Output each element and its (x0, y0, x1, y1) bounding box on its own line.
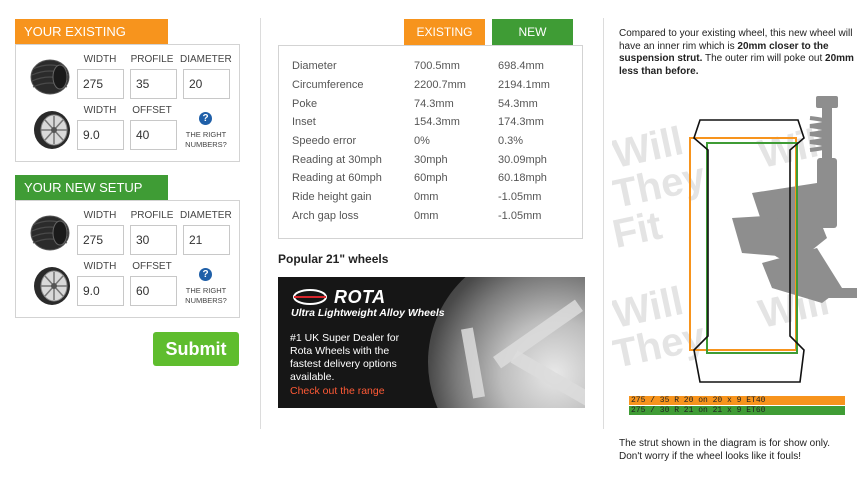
row-label: Reading at 30mph (292, 154, 382, 166)
right-numbers-link[interactable]: THE RIGHT NUMBERS? (181, 130, 231, 150)
new-value: -1.05mm (498, 210, 542, 222)
rim-width-label: WIDTH (83, 105, 117, 116)
ad-tagline: Ultra Lightweight Alloy Wheels (291, 307, 445, 319)
existing-tyre-profile-input[interactable] (130, 69, 177, 99)
help-icon[interactable]: ? (199, 112, 212, 125)
row-label: Poke (292, 98, 318, 110)
row-label: Circumference (292, 79, 364, 91)
new-offset-input[interactable] (130, 276, 177, 306)
row-label: Arch gap loss (292, 210, 359, 222)
new-tyre-width-input[interactable] (77, 225, 124, 255)
existing-value: 0% (414, 135, 430, 147)
rim-offset-label: OFFSET (132, 105, 172, 116)
tyre-profile-label: PROFILE (130, 54, 174, 65)
wheel-icon (34, 267, 70, 305)
desc-text-2: The outer rim will poke out (702, 53, 826, 64)
existing-rim-width-input[interactable] (77, 120, 124, 150)
ad-brand: ROTA (334, 287, 386, 307)
existing-tyre-diameter-input[interactable] (183, 69, 230, 99)
right-column-divider (603, 18, 604, 429)
fitment-diagram: Will They Fit Will They Will Will (612, 96, 857, 383)
right-numbers-link[interactable]: THE RIGHT NUMBERS? (181, 286, 231, 306)
new-value: 60.18mph (498, 172, 547, 184)
left-column-divider (260, 18, 261, 429)
existing-tyre-width-input[interactable] (77, 69, 124, 99)
tyre-diameter-label: DIAMETER (180, 210, 232, 221)
existing-value: 0mm (414, 210, 439, 222)
row-label: Speedo error (292, 135, 357, 147)
existing-setup-panel: WIDTH PROFILE DIAMETER WIDTH OFFSET ? TH… (15, 44, 240, 162)
wheel-icon (34, 111, 70, 149)
row-label: Ride height gain (292, 191, 372, 203)
submit-button[interactable]: Submit (153, 332, 239, 366)
new-setup-tab: YOUR NEW SETUP (15, 175, 168, 200)
legend-new: 275 / 30 R 21 on 21 x 9 ET60 (629, 406, 845, 415)
ad-body-text: #1 UK Super Dealer for Rota Wheels with … (290, 332, 400, 383)
new-column-tab: NEW (492, 19, 573, 45)
row-label: Reading at 60mph (292, 172, 382, 184)
popular-wheels-heading: Popular 21" wheels (278, 252, 389, 266)
new-value: 698.4mm (498, 60, 544, 72)
tyre-icon (30, 215, 70, 251)
ad-cta-link[interactable]: Check out the range (290, 385, 385, 397)
new-value: 174.3mm (498, 116, 544, 128)
tyre-width-label: WIDTH (83, 54, 117, 65)
existing-column-tab: EXISTING (404, 19, 485, 45)
rota-logo-icon (293, 289, 327, 305)
existing-value: 700.5mm (414, 60, 460, 72)
comparison-table: Diameter 700.5mm 698.4mm Circumference 2… (278, 45, 583, 239)
existing-value: 74.3mm (414, 98, 454, 110)
tyre-profile-label: PROFILE (130, 210, 174, 221)
new-value: 2194.1mm (498, 79, 550, 91)
rim-offset-label: OFFSET (132, 261, 172, 272)
tyre-icon (30, 59, 70, 95)
existing-value: 0mm (414, 191, 439, 203)
new-setup-panel: WIDTH PROFILE DIAMETER WIDTH OFFSET ? TH… (15, 200, 240, 318)
existing-setup-tab: YOUR EXISTING SETUP (15, 19, 168, 65)
existing-offset-input[interactable] (130, 120, 177, 150)
svg-text:Fit: Fit (612, 204, 666, 257)
row-label: Diameter (292, 60, 337, 72)
existing-value: 60mph (414, 172, 448, 184)
fitment-description: Compared to your existing wheel, this ne… (619, 28, 854, 78)
new-rim-width-input[interactable] (77, 276, 124, 306)
new-value: 30.09mph (498, 154, 547, 166)
help-icon[interactable]: ? (199, 268, 212, 281)
new-value: 0.3% (498, 135, 524, 147)
diagram-footnote: The strut shown in the diagram is for sh… (619, 438, 831, 462)
new-tyre-profile-input[interactable] (130, 225, 177, 255)
rim-width-label: WIDTH (83, 261, 117, 272)
legend-existing: 275 / 35 R 20 on 20 x 9 ET40 (629, 396, 845, 405)
new-value: 54.3mm (498, 98, 538, 110)
row-label: Inset (292, 116, 316, 128)
existing-value: 2200.7mm (414, 79, 466, 91)
existing-value: 154.3mm (414, 116, 460, 128)
rota-ad-banner[interactable]: ROTA Ultra Lightweight Alloy Wheels #1 U… (278, 277, 585, 408)
tyre-width-label: WIDTH (83, 210, 117, 221)
new-value: -1.05mm (498, 191, 542, 203)
new-tyre-diameter-input[interactable] (183, 225, 230, 255)
tyre-diameter-label: DIAMETER (180, 54, 232, 65)
existing-value: 30mph (414, 154, 448, 166)
